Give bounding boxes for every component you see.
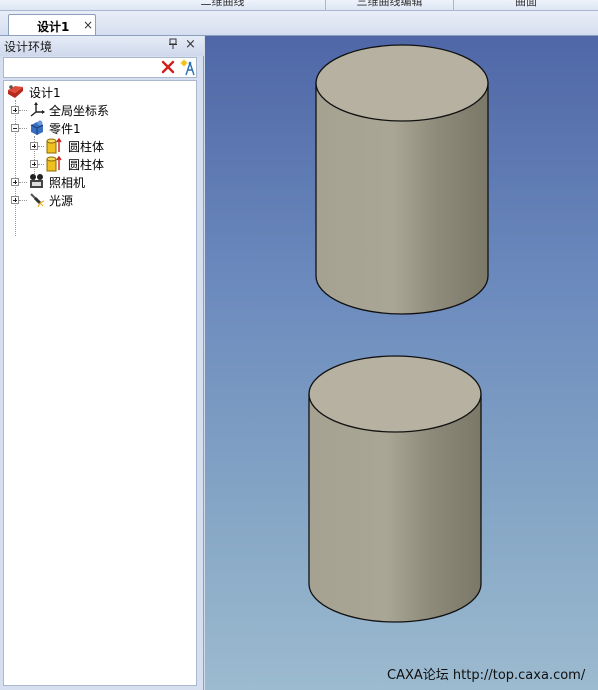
tree-label: 圆柱体 — [68, 140, 105, 154]
tree-connector — [38, 146, 44, 148]
document-tab-label: 设计1 — [37, 20, 70, 34]
tree-connector — [19, 182, 27, 184]
tree-node-camera[interactable]: 照相机 — [4, 173, 194, 190]
cylinder-upper[interactable] — [315, 44, 489, 315]
delete-icon[interactable] — [160, 59, 176, 75]
tree-node-cylinder-1[interactable]: 圆柱体 — [23, 137, 193, 154]
ribbon-tab-2d-curve[interactable]: 二维曲线 — [120, 0, 326, 10]
expand-toggle[interactable] — [30, 142, 38, 150]
pin-icon[interactable] — [168, 38, 178, 53]
panel-toolbar — [3, 57, 197, 78]
tree-label: 零件1 — [49, 122, 81, 136]
cylinder-lower[interactable] — [308, 355, 482, 623]
tree-node-cylinder-2[interactable]: 圆柱体 — [23, 155, 193, 172]
document-tab-bar: 设计1 × — [0, 11, 598, 36]
tree-label: 圆柱体 — [68, 158, 105, 172]
design-tree: 设计1 全局坐标系 零件1 圆柱体 圆柱体 照相机 光源 — [3, 80, 197, 686]
cylinder-icon — [45, 155, 63, 172]
tree-node-light[interactable]: 光源 — [4, 191, 194, 208]
axis-icon — [28, 101, 46, 118]
light-source-icon — [28, 191, 46, 208]
tree-node-global-cs[interactable]: 全局坐标系 — [4, 101, 194, 118]
viewport-scene — [308, 44, 489, 623]
expand-toggle[interactable] — [11, 196, 19, 204]
tree-connector — [19, 128, 27, 130]
collapse-toggle[interactable] — [11, 124, 19, 132]
design-environment-panel: 设计环境 × 设计1 全局坐标系 零件1 圆柱体 圆柱体 照相机 光源 — [0, 36, 204, 690]
design-root-icon — [7, 83, 25, 100]
tree-node-design1[interactable]: 设计1 — [7, 83, 187, 100]
wizard-icon[interactable] — [179, 59, 197, 77]
tree-connector — [19, 200, 27, 202]
ribbon-tab-surface[interactable]: 曲面 — [454, 0, 598, 10]
tree-label: 全局坐标系 — [49, 104, 110, 118]
expand-toggle[interactable] — [11, 106, 19, 114]
ribbon-tab-3d-curve-edit[interactable]: 三维曲线编辑 — [326, 0, 454, 10]
expand-toggle[interactable] — [11, 178, 19, 186]
expand-toggle[interactable] — [30, 160, 38, 168]
panel-title: 设计环境 — [4, 40, 53, 54]
camera-icon — [28, 173, 46, 190]
forum-watermark: CAXA论坛 http://top.caxa.com/ — [387, 668, 586, 683]
document-tab-design1[interactable]: 设计1 × — [8, 14, 96, 35]
tree-connector — [38, 164, 44, 166]
tree-label: 光源 — [49, 194, 74, 208]
3d-viewport[interactable]: CAXA论坛 http://top.caxa.com/ — [205, 36, 598, 690]
ribbon-tab-strip: 二维曲线 三维曲线编辑 曲面 — [0, 0, 598, 11]
tree-label: 设计1 — [29, 86, 61, 100]
panel-header: 设计环境 × — [0, 36, 204, 56]
tree-label: 照相机 — [49, 176, 86, 190]
panel-close-icon[interactable]: × — [185, 37, 196, 52]
part-icon — [28, 119, 46, 136]
close-tab-icon[interactable]: × — [83, 18, 93, 32]
tree-node-part1[interactable]: 零件1 — [4, 119, 194, 136]
cylinder-icon — [45, 137, 63, 154]
tree-connector — [19, 110, 27, 112]
